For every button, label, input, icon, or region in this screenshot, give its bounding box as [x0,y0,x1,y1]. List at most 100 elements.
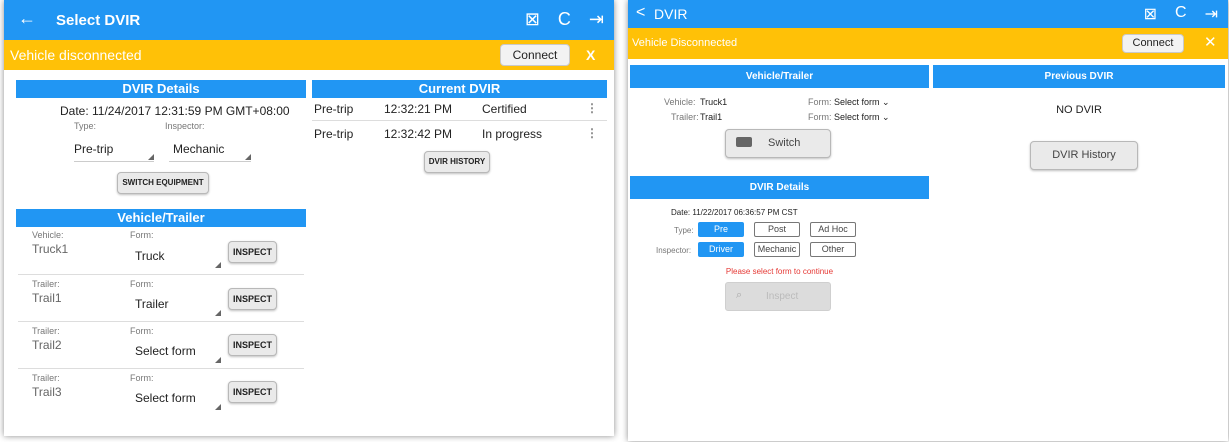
page-title: DVIR [654,6,688,22]
logout-icon[interactable]: ⇥ [1205,4,1218,24]
inspector-driver-option[interactable]: Driver [698,242,744,257]
form-dropdown[interactable]: Select form [135,391,221,411]
form-dropdown[interactable]: Trailer [135,297,221,317]
inspector-other-option[interactable]: Other [810,242,856,257]
equipment-label: Trailer: [32,326,60,336]
dvir-date: Date: 11/22/2017 06:36:57 PM CST [671,208,798,217]
vehicle-trailer-header: Vehicle/Trailer [16,209,306,227]
ios-dvir-screen: < DVIR ⊠ C ⇥ Vehicle Disconnected Connec… [628,0,1228,441]
form-label: Form: [808,97,832,107]
inspect-button[interactable]: INSPECT [228,381,277,403]
equipment-label: Trailer: [32,373,60,383]
dropdown-arrow-icon [215,357,221,363]
connection-status-bar: Vehicle disconnected Connect X [4,40,614,70]
refresh-icon[interactable]: C [558,9,571,30]
divider [312,120,607,121]
dashboard-icon[interactable]: ⊠ [525,9,540,30]
dvir-history-button[interactable]: DVIR History [1030,141,1138,170]
status-message: Vehicle disconnected [10,47,142,63]
form-dropdown[interactable]: Select form [135,344,221,364]
form-value: Select form [135,391,196,405]
type-pre-option[interactable]: Pre [698,222,744,237]
current-dvir-header: Current DVIR [312,80,607,98]
vehicle-trailer-header: Vehicle/Trailer [630,65,929,88]
dashboard-icon[interactable]: ⊠ [1144,4,1157,24]
dvir-history-button[interactable]: DVIR HISTORY [424,151,490,173]
back-chevron-icon[interactable]: < [636,4,645,22]
dropdown-arrow-icon [215,310,221,316]
vehicle-form-select[interactable]: Select form ⌄ [834,97,890,108]
equipment-label: Vehicle: [32,230,64,240]
dropdown-arrow-icon [148,154,154,160]
form-label: Form: [130,279,154,289]
switch-equipment-button[interactable]: SWITCH EQUIPMENT [117,172,209,194]
logout-icon[interactable]: ⇥ [589,9,604,30]
form-label: Form: [130,326,154,336]
connect-button[interactable]: Connect [500,44,570,66]
type-post-option[interactable]: Post [754,222,800,237]
form-dropdown[interactable]: Truck [135,249,221,269]
type-label: Type: [74,121,97,131]
inspector-value: Mechanic [173,142,225,156]
more-options-icon[interactable]: ⋮ [586,101,598,115]
divider [18,321,304,322]
inspect-label: Inspect [766,291,799,302]
dvir-row-type: Pre-trip [314,127,354,141]
divider [18,368,304,369]
form-value: Select form [135,344,196,358]
form-label: Form: [130,373,154,383]
trailer-value: Trail1 [700,112,723,122]
back-arrow-icon[interactable]: ← [18,8,36,29]
equipment-name: Trail1 [32,291,62,305]
android-dvir-screen: ← Select DVIR ⊠ C ⇥ Vehicle disconnected… [4,0,614,436]
equipment-name: Trail3 [32,385,62,399]
inspect-button[interactable]: INSPECT [228,288,277,310]
dvir-row-status: Certified [482,102,527,116]
dvir-row-time: 12:32:21 PM [384,102,453,116]
search-icon: ⌕ [736,289,743,301]
inspect-button[interactable]: INSPECT [228,334,277,356]
dvir-row-time: 12:32:42 PM [384,127,453,141]
vehicle-label: Vehicle: [664,97,696,107]
dropdown-arrow-icon [215,404,221,410]
form-value: Truck [135,249,165,263]
inspector-label: Inspector: [656,246,692,255]
vehicle-value: Truck1 [700,97,728,107]
inspector-mechanic-option[interactable]: Mechanic [754,242,800,257]
close-icon[interactable]: ✕ [1204,33,1217,51]
connection-status-bar: Vehicle Disconnected Connect ✕ [628,28,1228,59]
connect-button[interactable]: Connect [1122,34,1184,53]
type-adhoc-option[interactable]: Ad Hoc [810,222,856,237]
app-bar: ← Select DVIR ⊠ C ⇥ [4,0,614,40]
dvir-row-type: Pre-trip [314,102,354,116]
no-dvir-text: NO DVIR [1056,104,1102,116]
inspector-label: Inspector: [165,121,205,131]
trailer-form-select[interactable]: Select form ⌄ [834,112,890,123]
status-message: Vehicle Disconnected [632,37,738,49]
page-title: Select DVIR [56,12,141,29]
equipment-name: Truck1 [32,242,69,256]
form-label: Form: [808,112,832,122]
equipment-label: Trailer: [32,279,60,289]
previous-dvir-header: Previous DVIR [933,65,1225,88]
type-dropdown[interactable]: Pre-trip [74,142,154,162]
trailer-label: Trailer: [671,112,699,122]
inspector-dropdown[interactable]: Mechanic [169,142,251,162]
close-icon[interactable]: X [586,47,595,63]
type-label: Type: [674,226,694,235]
truck-icon [736,137,752,147]
refresh-icon[interactable]: C [1175,4,1187,24]
dvir-details-header: DVIR Details [16,80,306,98]
dropdown-arrow-icon [215,262,221,268]
inspect-button[interactable]: ⌕ Inspect [725,282,831,311]
switch-label: Switch [768,137,801,149]
type-value: Pre-trip [74,142,114,156]
divider [18,274,304,275]
dvir-date: Date: 11/24/2017 12:31:59 PM GMT+08:00 [60,104,290,118]
dvir-row-status: In progress [482,127,543,141]
dvir-details-header: DVIR Details [630,176,929,199]
more-options-icon[interactable]: ⋮ [586,126,598,140]
switch-button[interactable]: Switch [725,129,831,158]
inspect-button[interactable]: INSPECT [228,241,277,263]
form-label: Form: [130,230,154,240]
